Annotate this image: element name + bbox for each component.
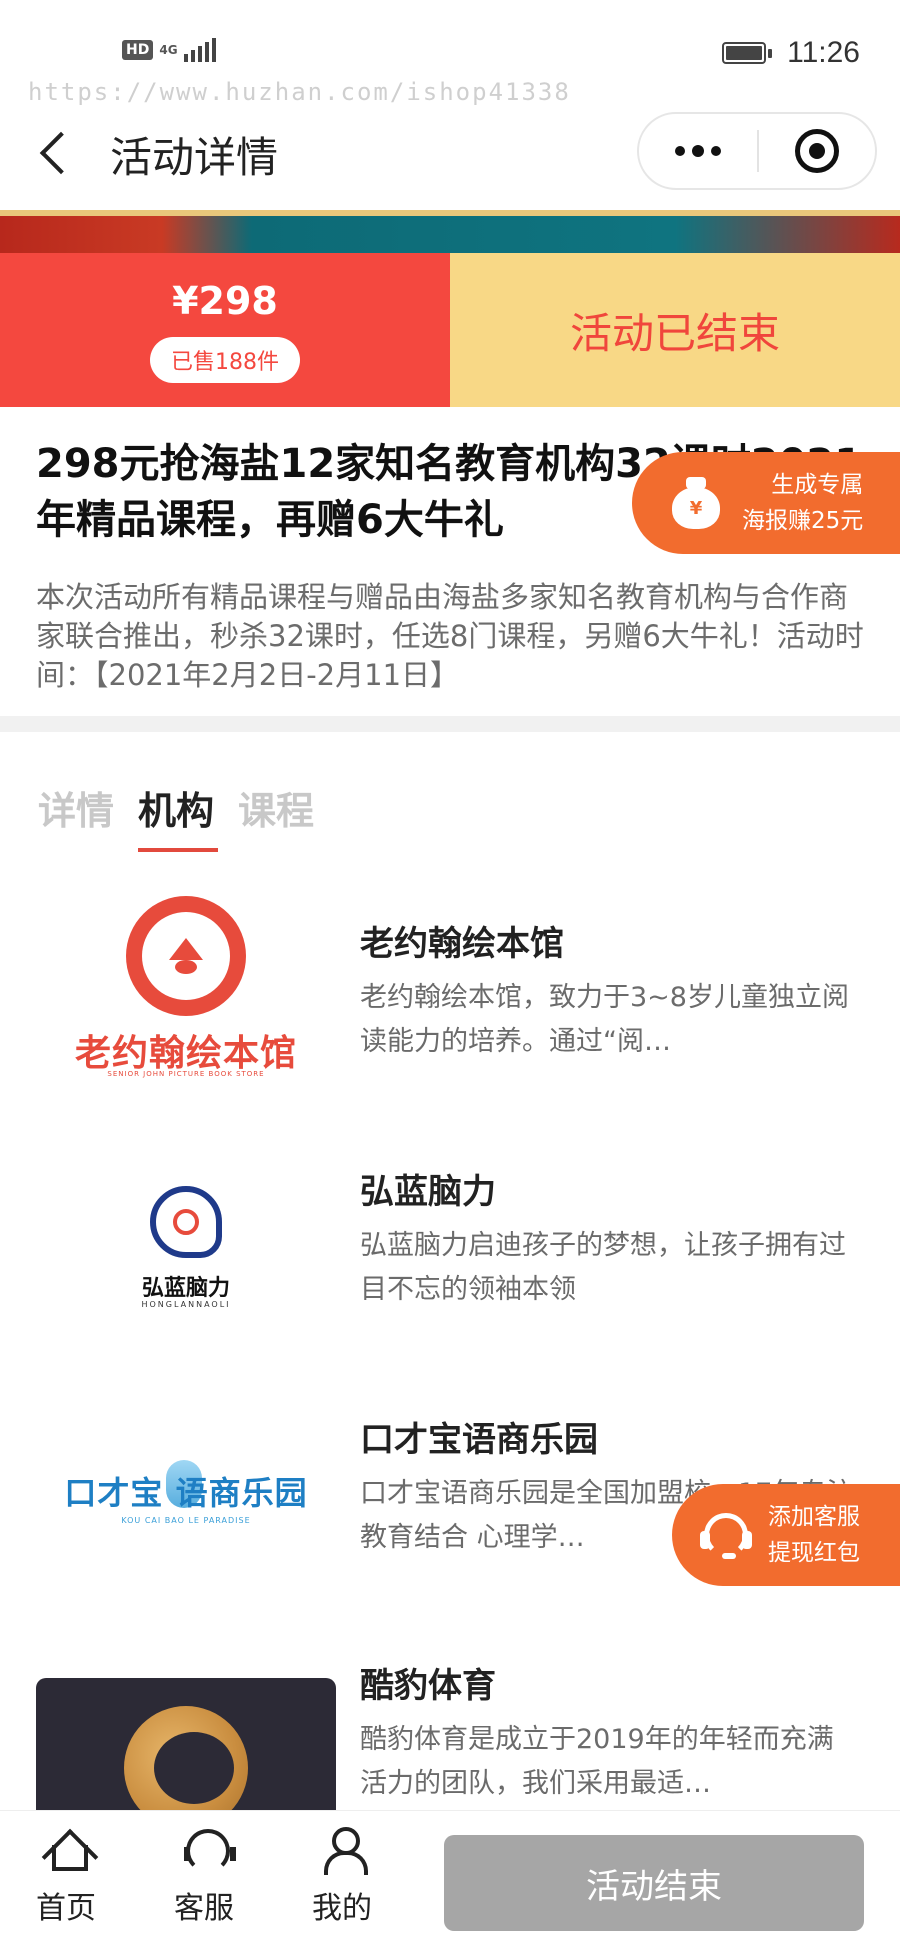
status-icons: HD 4G [122, 38, 216, 62]
banner-image [0, 210, 900, 254]
tab-courses[interactable]: 课程 [238, 780, 314, 835]
close-miniprogram-button[interactable] [759, 114, 875, 188]
tab-service[interactable]: 客服 [154, 1827, 254, 1927]
status-time: 11:26 [787, 36, 860, 69]
network-type: 4G [159, 43, 178, 57]
institution-item[interactable]: 弘蓝脑力 HONGLANNAOLI 弘蓝脑力 弘蓝脑力启迪孩子的梦想，让孩子拥有… [0, 1148, 900, 1348]
institution-logo: 老约翰绘本馆 SENIOR JOHN PICTURE BOOK STORE [36, 888, 336, 1088]
price-bar: ¥298 已售188件 活动已结束 [0, 253, 900, 407]
poster-line-2: 海报赚25元 [742, 508, 864, 534]
miniprogram-capsule [637, 112, 877, 190]
tab-mine-label: 我的 [312, 1891, 372, 1926]
target-icon [795, 129, 839, 173]
signal-icon [183, 38, 216, 62]
koucaibao-logo: 口才宝 语商乐园 KOU CAI BAO LE PARADISE [46, 1446, 326, 1546]
price-panel: ¥298 已售188件 [0, 253, 450, 407]
section-divider [0, 716, 900, 732]
content-tabs: 详情 机构 课程 [38, 780, 314, 835]
price-amount: ¥298 [172, 279, 278, 323]
institution-description: 酷豹体育是成立于2019年的年轻而充满活力的团队，我们采用最适… [360, 1724, 834, 1799]
institution-description: 老约翰绘本馆，致力于3~8岁儿童独立阅读能力的培养。通过“阅… [360, 982, 849, 1057]
cs-button-label: 添加客服 提现红包 [768, 1499, 860, 1571]
more-icon[interactable] [639, 114, 757, 188]
activity-ended-button[interactable]: 活动结束 [444, 1835, 864, 1931]
tab-service-label: 客服 [174, 1891, 234, 1926]
active-tab-indicator [138, 848, 218, 852]
page-title: 活动详情 [110, 133, 279, 182]
sold-count-badge: 已售188件 [150, 337, 300, 383]
cs-line-2: 提现红包 [768, 1540, 860, 1566]
activity-ended-label: 活动已结束 [569, 308, 780, 358]
user-icon [320, 1827, 368, 1875]
headset-icon [700, 1509, 752, 1561]
hd-badge: HD [122, 40, 154, 60]
institution-item[interactable]: 老约翰绘本馆 SENIOR JOHN PICTURE BOOK STORE 老约… [0, 896, 900, 1100]
back-button[interactable] [36, 128, 76, 178]
senior-john-logo: 老约翰绘本馆 SENIOR JOHN PICTURE BOOK STORE [66, 888, 306, 1088]
institution-description: 弘蓝脑力启迪孩子的梦想，让孩子拥有过目不忘的领袖本领 [360, 1230, 846, 1305]
institution-logo: 弘蓝脑力 HONGLANNAOLI [36, 1148, 336, 1348]
institution-logo: 口才宝 语商乐园 KOU CAI BAO LE PARADISE [36, 1396, 336, 1596]
activity-description: 本次活动所有精品课程与赠品由海盐多家知名教育机构与合作商家联合推出，秒杀32课时… [36, 580, 864, 692]
tab-details[interactable]: 详情 [38, 780, 114, 835]
status-panel: 活动已结束 [450, 253, 900, 407]
home-icon [44, 1827, 88, 1871]
institution-name: 口才宝语商乐园 [360, 1420, 598, 1460]
cs-line-1: 添加客服 [768, 1504, 860, 1530]
battery-icon [722, 42, 772, 64]
headset-icon [182, 1827, 236, 1873]
tab-mine[interactable]: 我的 [292, 1827, 392, 1927]
honglan-logo: 弘蓝脑力 HONGLANNAOLI [106, 1178, 266, 1318]
tab-home-label: 首页 [36, 1891, 96, 1926]
institution-name: 弘蓝脑力 [360, 1172, 496, 1212]
money-bag-icon: ¥ [668, 475, 724, 531]
nav-bar: 活动详情 [0, 100, 900, 210]
institution-name: 酷豹体育 [360, 1666, 496, 1706]
institution-logo [36, 1644, 336, 1858]
institution-name: 老约翰绘本馆 [360, 924, 564, 964]
tab-home[interactable]: 首页 [16, 1827, 116, 1927]
poster-line-1: 生成专属 [771, 472, 864, 498]
generate-poster-button[interactable]: ¥ 生成专属 海报赚25元 [632, 452, 900, 554]
bottom-tab-bar: 首页 客服 我的 活动结束 [0, 1810, 900, 1950]
tab-institutions[interactable]: 机构 [138, 780, 214, 835]
poster-button-label: 生成专属 海报赚25元 [742, 467, 863, 539]
customer-service-button[interactable]: 添加客服 提现红包 [672, 1484, 900, 1586]
